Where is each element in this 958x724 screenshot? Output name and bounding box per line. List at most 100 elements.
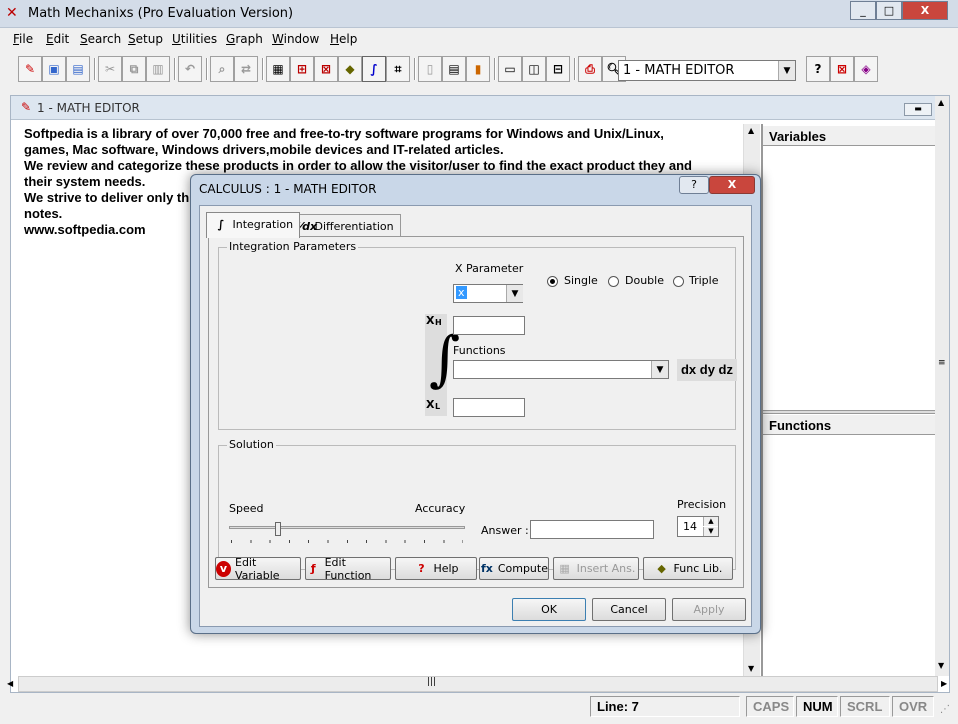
scroll-grip-icon[interactable]: ||| <box>427 677 436 687</box>
cancel-button[interactable]: Cancel <box>592 598 666 621</box>
edit-function-button[interactable]: ƒ Edit Function <box>305 556 391 582</box>
context-help-icon[interactable]: ? <box>806 56 830 82</box>
variables-panel-header: Variables <box>763 126 937 146</box>
scroll-grip-icon[interactable]: ≡ <box>938 358 946 368</box>
table-icon[interactable]: ▤ <box>442 56 466 82</box>
maximize-button[interactable]: □ <box>876 1 902 20</box>
stamp-icon[interactable]: ◆ <box>338 56 362 82</box>
menu-setup[interactable]: Setup <box>128 32 163 46</box>
toolbar-separator <box>206 58 208 80</box>
menu-file[interactable]: File <box>13 32 33 46</box>
title-bar[interactable]: ✕ Math Mechanixs (Pro Evaluation Version… <box>0 0 958 28</box>
help-button[interactable]: ? Help <box>395 557 477 580</box>
functions-label: Functions <box>453 344 506 357</box>
open-window-icon[interactable]: ▤ <box>66 56 90 82</box>
double-radio[interactable] <box>608 276 619 287</box>
function-library-button[interactable]: ◆ Func Lib. <box>643 557 733 580</box>
close-button[interactable]: X <box>902 1 948 20</box>
cut-icon[interactable]: ✂ <box>98 56 122 82</box>
menu-window[interactable]: Window <box>272 32 319 46</box>
app-title: Math Mechanixs (Pro Evaluation Version) <box>28 6 294 21</box>
apply-button[interactable]: Apply <box>672 598 746 621</box>
variables-list[interactable] <box>763 148 935 408</box>
print-icon[interactable]: ⎙ <box>578 56 602 82</box>
compute-button[interactable]: fx Compute <box>479 557 549 580</box>
tab-integration[interactable]: ∫ Integration <box>206 212 301 238</box>
double-label[interactable]: Double <box>625 274 664 287</box>
answer-input[interactable] <box>530 520 654 539</box>
triple-radio[interactable] <box>673 276 684 287</box>
paste-icon[interactable]: ▥ <box>146 56 170 82</box>
functions-list[interactable] <box>763 437 935 677</box>
edit-variable-button[interactable]: v Edit Variable <box>215 556 301 582</box>
stats-icon[interactable]: ⊠ <box>314 56 338 82</box>
bar-chart-icon[interactable]: ▮ <box>466 56 490 82</box>
split-icon[interactable]: ⊟ <box>546 56 570 82</box>
minimize-button[interactable]: _ <box>850 1 876 20</box>
chevron-down-icon[interactable]: ▼ <box>778 61 795 80</box>
function-library-icon[interactable]: ⊠ <box>830 56 854 82</box>
scroll-down-icon[interactable]: ▼ <box>938 661 944 670</box>
single-radio[interactable] <box>547 276 558 287</box>
stepper-down-icon[interactable]: ▼ <box>703 527 718 536</box>
document-selector[interactable]: 1 - MATH EDITOR ▼ <box>618 60 796 81</box>
status-caps: CAPS <box>746 696 794 717</box>
x-high-input[interactable] <box>453 316 525 335</box>
panel-splitter[interactable] <box>763 410 935 414</box>
slider-track <box>229 526 465 529</box>
calculator-icon[interactable]: ▦ <box>266 56 290 82</box>
replace-icon[interactable]: ⇄ <box>234 56 258 82</box>
triple-label[interactable]: Triple <box>689 274 719 287</box>
undo-icon[interactable]: ↶ <box>178 56 202 82</box>
new-window-icon[interactable]: ▣ <box>42 56 66 82</box>
editor-line: games, Mac software, Windows drivers,mob… <box>24 142 504 157</box>
insert-answer-button[interactable]: ▦ Insert Ans. <box>553 557 639 580</box>
copy-icon[interactable]: ⧉ <box>122 56 146 82</box>
window-vertical-scrollbar[interactable]: ▲ ≡ ▼ <box>935 96 949 676</box>
scroll-left-icon[interactable]: ◀ <box>7 679 13 688</box>
pencil-icon[interactable]: ✎ <box>18 56 42 82</box>
menu-search[interactable]: Search <box>80 32 121 46</box>
x-parameter-value: x <box>456 286 467 299</box>
scroll-right-icon[interactable]: ▶ <box>941 679 947 688</box>
function-library-icon: ◆ <box>657 561 666 575</box>
child-minimize-button[interactable]: ▬ <box>904 103 932 116</box>
scroll-up-icon[interactable]: ▲ <box>748 126 754 135</box>
single-label[interactable]: Single <box>564 274 598 287</box>
chevron-down-icon[interactable]: ▼ <box>506 285 523 302</box>
edit-function-icon: ƒ <box>310 561 316 575</box>
x-low-input[interactable] <box>453 398 525 417</box>
tab-differentiation[interactable]: ᵈ⁄dx Differentiation <box>288 214 401 236</box>
find-icon[interactable]: ⌕ <box>210 56 234 82</box>
scroll-down-icon[interactable]: ▼ <box>748 664 754 673</box>
scroll-up-icon[interactable]: ▲ <box>938 98 944 107</box>
menu-graph[interactable]: Graph <box>226 32 263 46</box>
menu-help[interactable]: Help <box>330 32 357 46</box>
menu-utilities[interactable]: Utilities <box>172 32 217 46</box>
calculus-dialog: CALCULUS : 1 - MATH EDITOR ? X ∫ Integra… <box>190 174 761 634</box>
tile-icon[interactable]: ◫ <box>522 56 546 82</box>
chevron-down-icon[interactable]: ▼ <box>651 361 668 378</box>
horizontal-scrollbar[interactable]: ◀ ||| ▶ <box>7 676 947 692</box>
answer-label: Answer : <box>481 524 529 537</box>
dialog-close-button[interactable]: X <box>709 176 755 194</box>
speed-accuracy-slider[interactable] <box>229 522 465 544</box>
resize-grip-icon[interactable]: ⋰ <box>940 704 950 715</box>
book-icon[interactable]: ◈ <box>854 56 878 82</box>
dialog-help-button[interactable]: ? <box>679 176 709 194</box>
precision-label: Precision <box>677 498 727 511</box>
calculus-icon[interactable]: ∫ <box>362 56 386 82</box>
ok-button[interactable]: OK <box>512 598 586 621</box>
app-icon[interactable]: ✕ <box>6 5 22 21</box>
graph-icon[interactable]: ⌗ <box>386 56 410 82</box>
menu-edit[interactable]: Edit <box>46 32 69 46</box>
matrix-icon[interactable]: ⊞ <box>290 56 314 82</box>
stepper-up-icon[interactable]: ▲ <box>703 517 718 526</box>
functions-select[interactable]: ▼ <box>453 360 669 379</box>
tab-differentiation-label: Differentiation <box>314 220 394 233</box>
page-icon[interactable]: ▯ <box>418 56 442 82</box>
slider-thumb[interactable] <box>275 522 281 536</box>
precision-stepper[interactable]: 14 ▲ ▼ <box>677 516 719 537</box>
grid-icon[interactable]: ▭ <box>498 56 522 82</box>
x-parameter-select[interactable]: x ▼ <box>453 284 523 303</box>
